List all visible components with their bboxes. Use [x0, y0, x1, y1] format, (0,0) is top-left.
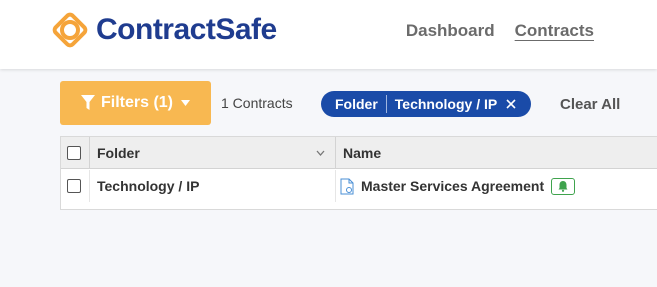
- row-select-cell: [61, 170, 89, 202]
- logo-text: ContractSafe: [96, 13, 277, 46]
- nav-contracts[interactable]: Contracts: [515, 21, 594, 41]
- filters-button-label: Filters (1): [100, 94, 173, 111]
- contract-name-link[interactable]: Master Services Agreement: [361, 178, 544, 194]
- nav-dashboard[interactable]: Dashboard: [406, 21, 495, 41]
- folder-cell: Technology / IP: [89, 170, 335, 202]
- column-header-label: Folder: [97, 145, 140, 161]
- column-header-label: Name: [343, 145, 382, 161]
- chevron-down-icon[interactable]: [316, 150, 325, 156]
- name-cell: Master Services Agreement: [335, 170, 657, 202]
- table-row[interactable]: Technology / IP Master Services Agreemen…: [61, 170, 657, 202]
- funnel-icon: [80, 95, 95, 110]
- filter-chip-key: Folder: [321, 95, 387, 113]
- folder-value: Technology / IP: [97, 178, 200, 194]
- logo[interactable]: ContractSafe: [52, 12, 277, 48]
- filter-chip[interactable]: Folder Technology / IP: [321, 91, 531, 117]
- logo-icon: [52, 12, 88, 48]
- row-checkbox[interactable]: [67, 179, 81, 193]
- document-icon: [340, 178, 354, 194]
- filter-chip-value: Technology / IP: [394, 96, 498, 112]
- chevron-down-icon: [181, 100, 190, 106]
- filter-toolbar: Filters (1) 1 Contracts Folder Technolog…: [60, 81, 657, 125]
- close-icon[interactable]: [506, 99, 516, 109]
- column-header-name[interactable]: Name: [335, 137, 657, 169]
- main-nav: Dashboard Contracts: [406, 21, 594, 41]
- contracts-table: Folder Name Technology / IP Master Servi…: [60, 136, 657, 210]
- result-count: 1 Contracts: [221, 95, 293, 111]
- table-header: Folder Name: [61, 137, 657, 169]
- clear-all-link[interactable]: Clear All: [560, 96, 620, 113]
- filters-button[interactable]: Filters (1): [60, 81, 211, 125]
- column-header-folder[interactable]: Folder: [89, 137, 335, 169]
- select-all-cell: [61, 137, 89, 169]
- app-header: ContractSafe Dashboard Contracts: [0, 0, 657, 69]
- bell-icon[interactable]: [551, 177, 576, 195]
- select-all-checkbox[interactable]: [67, 146, 81, 160]
